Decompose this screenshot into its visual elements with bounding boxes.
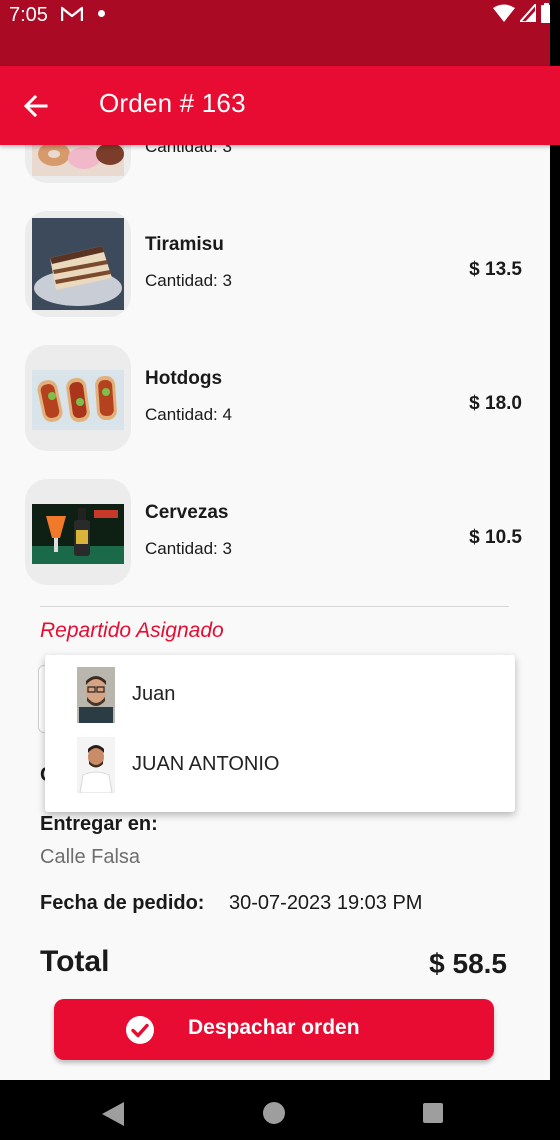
item-price: $ 10.5 xyxy=(469,527,522,548)
total-label: Total xyxy=(40,945,110,978)
signal-icon xyxy=(520,4,536,22)
product-thumbnail xyxy=(25,479,131,585)
order-date-label: Fecha de pedido: xyxy=(40,892,205,914)
deliver-to-value: Calle Falsa xyxy=(40,846,141,868)
item-price: $ 18.0 xyxy=(469,393,522,414)
dropdown-option-juan[interactable]: Juan xyxy=(45,661,515,725)
item-quantity: Cantidad: 3 xyxy=(145,271,232,290)
item-price: $ 13.5 xyxy=(469,259,522,280)
nav-home-icon[interactable] xyxy=(263,1102,285,1124)
back-arrow-icon[interactable] xyxy=(20,90,52,122)
total-value: $ 58.5 xyxy=(429,948,507,979)
avatar xyxy=(77,737,115,793)
item-name: Cervezas xyxy=(145,502,229,523)
dispatch-order-label: Despachar orden xyxy=(188,1016,360,1039)
list-item-cervezas[interactable]: Cervezas Cantidad: 3 $ 10.5 xyxy=(0,479,560,587)
dropdown-option-label: Juan xyxy=(132,683,176,705)
item-name: Tiramisu xyxy=(145,234,224,255)
dropdown-option-juan-antonio[interactable]: JUAN ANTONIO xyxy=(45,731,515,795)
page-title: Orden # 163 xyxy=(99,88,246,118)
order-detail-content[interactable]: Cantidad: 3 Tiramisu Cantidad: 3 $ 13.5 xyxy=(0,145,560,1080)
list-item-donuts[interactable]: Cantidad: 3 xyxy=(0,145,560,185)
list-item-tiramisu[interactable]: Tiramisu Cantidad: 3 $ 13.5 xyxy=(0,211,560,319)
hotdogs-image xyxy=(32,352,124,444)
app-bar: Orden # 163 xyxy=(0,66,560,145)
dispatch-order-button[interactable]: Despachar orden xyxy=(54,999,494,1060)
product-thumbnail xyxy=(25,145,131,183)
donut-image xyxy=(32,145,124,176)
item-quantity: Cantidad: 3 xyxy=(145,539,232,558)
list-item-hotdogs[interactable]: Hotdogs Cantidad: 4 $ 18.0 xyxy=(0,345,560,453)
wifi-icon xyxy=(493,4,515,22)
deliver-to-label: Entregar en: xyxy=(40,813,158,835)
item-quantity: Cantidad: 3 xyxy=(145,145,232,156)
beer-image xyxy=(32,486,124,578)
screen-edge xyxy=(550,0,560,1140)
status-bar: 7:05 xyxy=(0,0,560,66)
divider xyxy=(40,606,509,607)
nav-recents-icon[interactable] xyxy=(423,1103,443,1123)
courier-dropdown-menu: Juan JUAN ANTONIO xyxy=(45,655,515,812)
item-name: Hotdogs xyxy=(145,368,223,389)
assigned-courier-label: Repartido Asignado xyxy=(40,619,224,642)
item-quantity: Cantidad: 4 xyxy=(145,405,232,424)
status-time: 7:05 xyxy=(9,4,48,26)
notification-dot-icon xyxy=(98,10,105,17)
dropdown-option-label: JUAN ANTONIO xyxy=(132,753,280,775)
avatar xyxy=(77,667,115,723)
product-thumbnail xyxy=(25,345,131,451)
order-date-value: 30-07-2023 19:03 PM xyxy=(229,892,423,914)
gmail-icon xyxy=(61,6,83,21)
nav-back-icon[interactable] xyxy=(102,1102,124,1126)
check-circle-icon xyxy=(126,1016,154,1044)
product-thumbnail xyxy=(25,211,131,317)
tiramisu-image xyxy=(32,218,124,310)
